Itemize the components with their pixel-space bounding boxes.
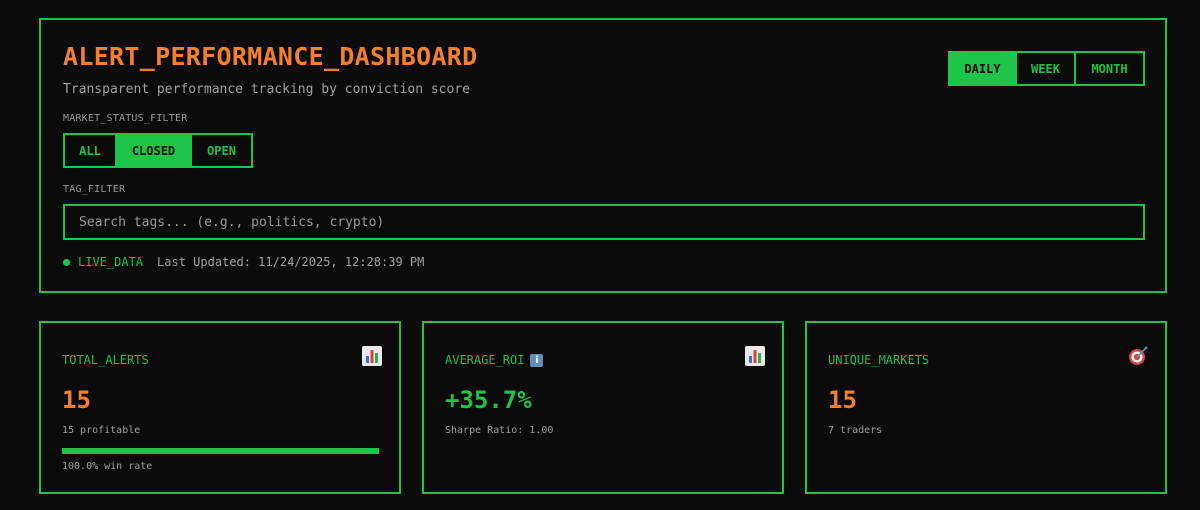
unique-markets-value: 15 [828,386,857,414]
live-dot-icon [63,258,70,266]
average-roi-label: AVERAGE_ROI [445,353,525,367]
win-rate-bar-fill [62,448,379,454]
status-all-button[interactable]: ALL [65,135,117,166]
last-updated-text: Last Updated: 11/24/2025, 12:28:39 PM [157,255,425,269]
status-closed-button[interactable]: CLOSED [117,135,192,166]
tag-filter-label: TAG_FILTER [63,184,126,195]
unique-markets-card: UNIQUE_MARKETS 15 7 traders [805,321,1167,494]
info-icon[interactable]: i [530,354,544,367]
sharpe-ratio-text: Sharpe Ratio: 1.00 [445,425,554,436]
live-data-label: LIVE_DATA [78,255,144,269]
page-subtitle: Transparent performance tracking by conv… [63,82,470,97]
period-week-button[interactable]: WEEK [1017,53,1076,84]
total-alerts-value: 15 [62,386,91,414]
average-roi-label-row: AVERAGE_ROI i [445,353,544,367]
target-icon [1129,346,1148,365]
win-rate-text: 100.0% win rate [62,461,153,472]
total-alerts-label: TOTAL_ALERTS [62,353,149,367]
bar-chart-icon [362,346,382,366]
status-open-button[interactable]: OPEN [192,135,251,166]
unique-markets-label: UNIQUE_MARKETS [828,353,930,367]
total-alerts-card: TOTAL_ALERTS 15 15 profitable 100.0% win… [39,321,401,494]
market-status-filter-label: MARKET_STATUS_FILTER [63,113,188,124]
period-daily-button[interactable]: DAILY [950,53,1017,84]
period-month-button[interactable]: MONTH [1076,53,1143,84]
average-roi-card: AVERAGE_ROI i +35.7% Sharpe Ratio: 1.00 [422,321,784,494]
profitable-count: 15 profitable [62,425,141,436]
traders-count: 7 traders [828,425,883,436]
page-title: ALERT_PERFORMANCE_DASHBOARD [63,42,478,71]
live-status: LIVE_DATA Last Updated: 11/24/2025, 12:2… [63,255,424,269]
market-status-toggle: ALL CLOSED OPEN [63,133,253,168]
period-toggle: DAILY WEEK MONTH [948,51,1145,86]
bar-chart-icon [745,346,765,366]
average-roi-value: +35.7% [445,386,532,414]
filter-panel: ALERT_PERFORMANCE_DASHBOARD Transparent … [39,18,1167,293]
win-rate-bar [62,448,379,454]
tag-search-input[interactable] [63,204,1145,240]
